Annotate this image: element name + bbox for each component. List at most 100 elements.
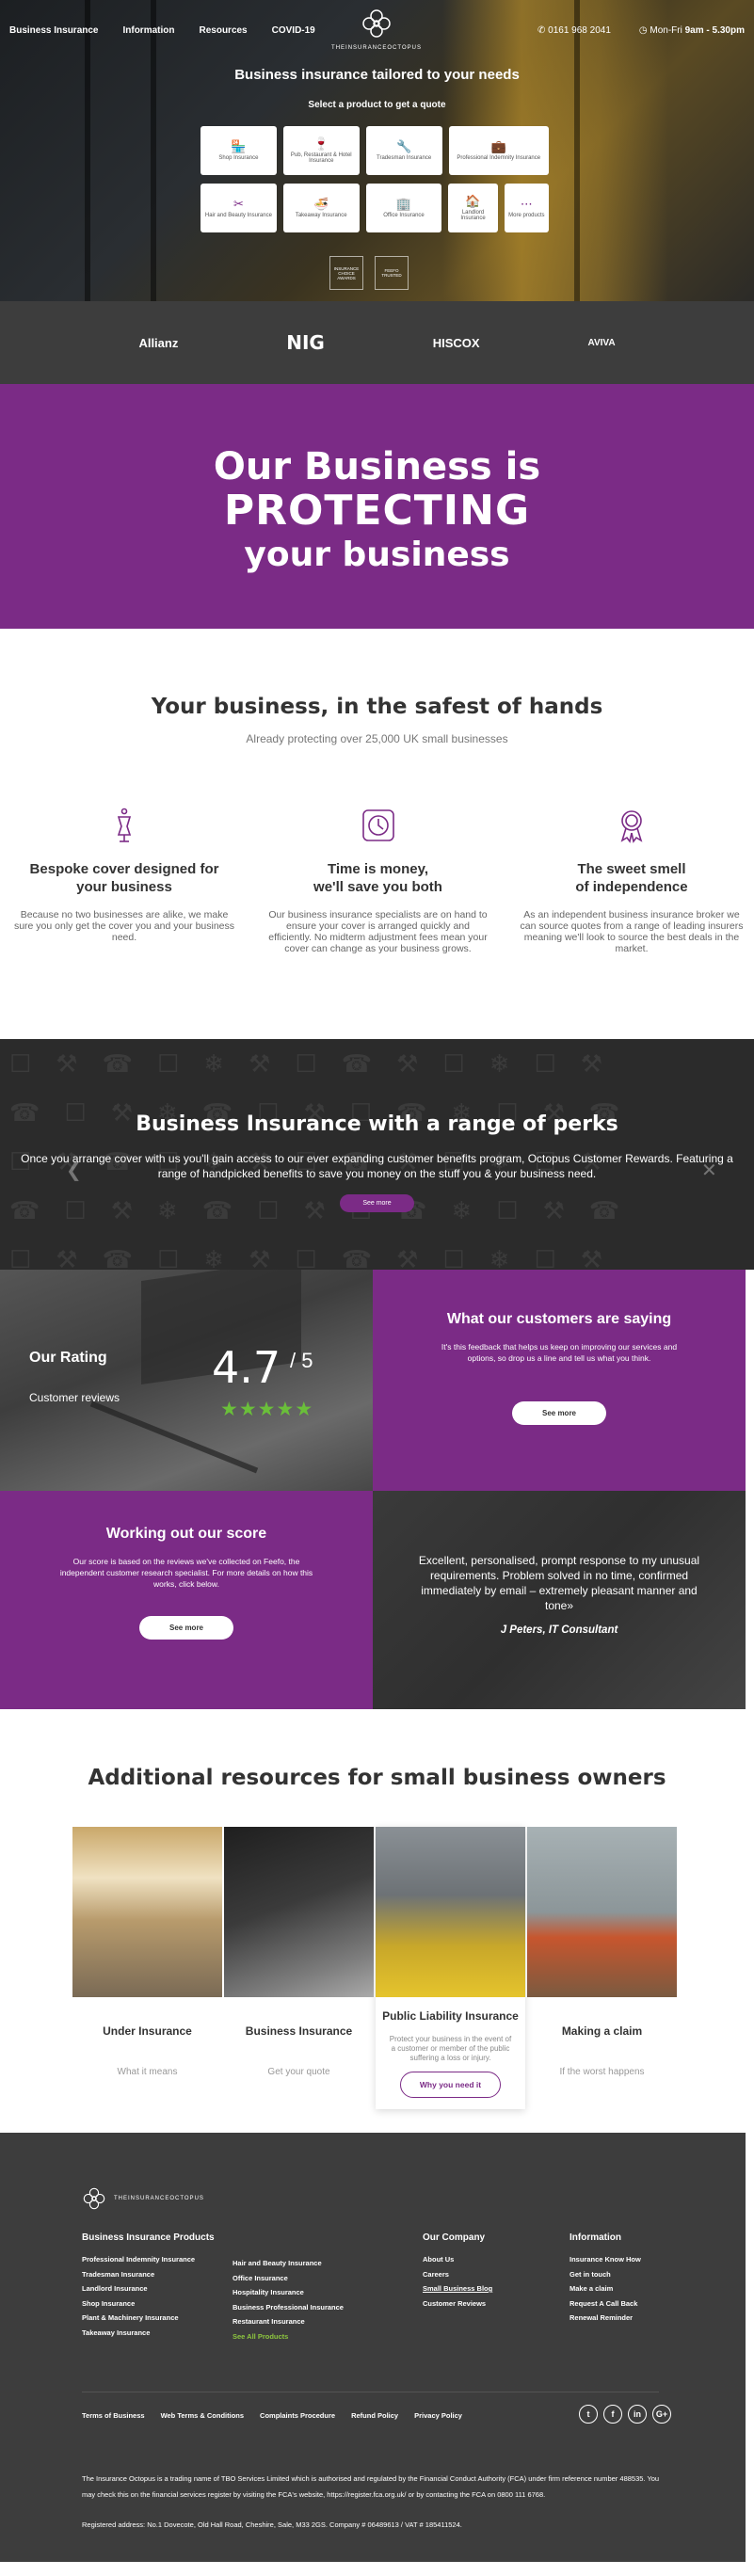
complaints-link[interactable]: Complaints Procedure [260,2411,335,2420]
footer-link[interactable]: Hair and Beauty Insurance [233,2256,402,2271]
footer-link[interactable]: Takeaway Insurance [82,2326,251,2341]
resource-subtitle: Get your quote [267,2067,330,2077]
features-section: Your business, in the safest of hands Al… [0,629,754,1039]
nig-logo: NIG [286,331,325,354]
footer-legal-links: Terms of Business Web Terms & Conditions… [82,2411,462,2420]
phone-number: 0161 968 2041 [548,24,611,36]
star-icon: ★ [257,1399,277,1420]
google-plus-icon[interactable]: G+ [652,2405,671,2424]
octopus-logo-icon [83,2187,105,2210]
facebook-icon[interactable]: f [603,2405,622,2424]
score-see-more-button[interactable]: See more [138,1616,234,1640]
nav-resources[interactable]: Resources [199,25,247,36]
registered-address: Registered address: No.1 Dovecote, Old H… [82,2520,462,2529]
product-tradesman[interactable]: 🔧 Tradesman Insurance [365,126,442,175]
feature-text: Our business insurance specialists are o… [268,909,488,954]
footer-link[interactable]: Landlord Insurance [82,2281,251,2296]
product-label: Pub, Restaurant & Hotel Insurance [290,152,352,164]
footer-link[interactable]: Tradesman Insurance [82,2267,251,2282]
chevron-left-icon[interactable]: ❮ [66,1159,82,1182]
hero: Business Insurance Information Resources… [0,0,754,301]
testimonial-text: Excellent, personalised, prompt response… [418,1554,700,1612]
feature-time-money: Time is money, we'll save you both Our b… [265,807,491,954]
score-info-panel: Working out our score Our score is based… [0,1491,373,1709]
why-you-need-it-button[interactable]: Why you need it [399,2072,502,2098]
perks-see-more-button[interactable]: See more [340,1194,414,1212]
footer-link[interactable]: Make a claim [570,2281,739,2296]
product-office[interactable]: 🏢 Office Insurance [365,184,442,232]
feature-title: Time is money, we'll save you both [313,861,442,895]
nav-information[interactable]: Information [122,25,174,36]
score-info-text: Our score is based on the reviews we've … [59,1557,313,1589]
hero-subtitle: Select a product to get a quote [308,100,446,110]
score-info-title: Working out our score [105,1526,267,1542]
footer-link[interactable]: Careers [423,2267,592,2282]
footer-brand: THEINSURANCEOCTOPUS [114,2196,204,2201]
see-all-products-link[interactable]: See All Products [233,2329,402,2344]
footer-link[interactable]: Restaurant Insurance [233,2314,402,2329]
footer-col-products: Business Insurance Products Professional… [82,2232,251,2340]
linkedin-icon[interactable]: in [628,2405,647,2424]
footer-link[interactable]: Customer Reviews [423,2296,592,2312]
footer-link[interactable]: Hospitality Insurance [233,2285,402,2300]
product-professional-indemnity[interactable]: 💼 Professional Indemnity Insurance [448,126,549,175]
footer-link[interactable]: Get in touch [570,2267,739,2282]
footer-link[interactable]: Shop Insurance [82,2296,251,2312]
footer-col-title: Our Company [423,2232,486,2243]
close-icon[interactable]: ✕ [701,1159,717,1182]
footer-link[interactable]: Professional Indemnity Insurance [82,2252,251,2267]
resource-card-under-insurance[interactable]: Under Insurance What it means [72,1827,222,2109]
footer-link[interactable]: Office Insurance [233,2271,402,2286]
clock-icon [361,809,394,841]
twitter-icon[interactable]: t [579,2405,598,2424]
shop-icon: 🏪 [231,139,247,153]
product-hair-beauty[interactable]: ✂ Hair and Beauty Insurance [201,184,277,232]
product-row: 🏪 Shop Insurance 🍷 Pub, Restaurant & Hotel… [201,126,549,175]
resource-card-business-insurance[interactable]: Business Insurance Get your quote [224,1827,374,2109]
product-label: Professional Indemnity Insurance [457,155,541,161]
saying-see-more-button[interactable]: See more [511,1401,607,1425]
refund-policy-link[interactable]: Refund Policy [351,2411,398,2420]
product-shop[interactable]: 🏪 Shop Insurance [201,126,277,175]
product-picker: 🏪 Shop Insurance 🍷 Pub, Restaurant & Hotel… [201,126,549,241]
testimonial-author: J Peters, IT Consultant [500,1624,618,1636]
product-label: Shop Insurance [218,155,259,161]
star-icon: ★ [276,1399,296,1420]
web-terms-link[interactable]: Web Terms & Conditions [161,2411,244,2420]
product-takeaway[interactable]: 🍜 Takeaway Insurance [282,184,360,232]
footer-col-company: Our Company About Us Careers Small Busin… [423,2232,592,2311]
product-landlord[interactable]: 🏠 Landlord Insurance [448,184,498,232]
footer-link[interactable]: About Us [423,2252,592,2267]
resource-text: Protect your business in the event of a … [389,2035,512,2062]
testimonial-panel: Excellent, personalised, prompt response… [373,1491,746,1709]
product-pub-restaurant-hotel[interactable]: 🍷 Pub, Restaurant & Hotel Insurance [282,126,360,175]
product-label: Hair and Beauty Insurance [204,213,272,218]
hero-title: Business insurance tailored to your need… [234,67,520,83]
reviews-grid: Our Rating Customer reviews 4.7 / 5 ★★★★… [0,1270,746,1709]
phone-link[interactable]: ✆ 0161 968 2041 [537,25,611,36]
feature-bespoke: Bespoke cover designed for your business… [11,807,237,954]
site-logo[interactable]: THEINSURANCEOCTOPUS [320,8,433,51]
footer-col-title: Business Insurance Products [82,2232,215,2243]
nav-covid[interactable]: COVID-19 [272,25,315,36]
footer-link[interactable]: Plant & Machinery Insurance [82,2311,251,2326]
resource-subtitle: What it means [117,2067,178,2077]
terms-of-business-link[interactable]: Terms of Business [82,2411,145,2420]
product-more[interactable]: ⋯ More products [504,184,549,232]
footer-link[interactable]: Insurance Know How [570,2252,739,2267]
footer-link[interactable]: Business Professional Insurance [233,2300,402,2315]
footer-link[interactable]: Request A Call Back [570,2296,739,2312]
resource-title: Making a claim [561,2024,643,2038]
nav-business-insurance[interactable]: Business Insurance [9,25,98,36]
resource-title: Public Liability Insurance [382,2009,519,2023]
resource-card-public-liability[interactable]: Public Liability Insurance Protect your … [376,1827,525,2109]
resource-card-making-claim[interactable]: Making a claim If the worst happens [527,1827,677,2109]
privacy-policy-link[interactable]: Privacy Policy [414,2411,462,2420]
product-label: Takeaway Insurance [295,213,347,218]
telephone-image [527,1827,677,1997]
footer-link[interactable]: Renewal Reminder [570,2311,739,2326]
product-label: Office Insurance [383,213,425,218]
footer-link[interactable]: Small Business Blog [423,2281,592,2296]
footer-logo[interactable]: THEINSURANCEOCTOPUS [82,2186,746,2211]
perks-section: ☐⚒☎☐❄⚒☐☎⚒☐❄☐⚒ ☎☐⚒❄☎☐⚒☐☎❄☐⚒☎ ☐⚒☎☐❄⚒☐☎⚒☐❄☐… [0,1039,754,1270]
